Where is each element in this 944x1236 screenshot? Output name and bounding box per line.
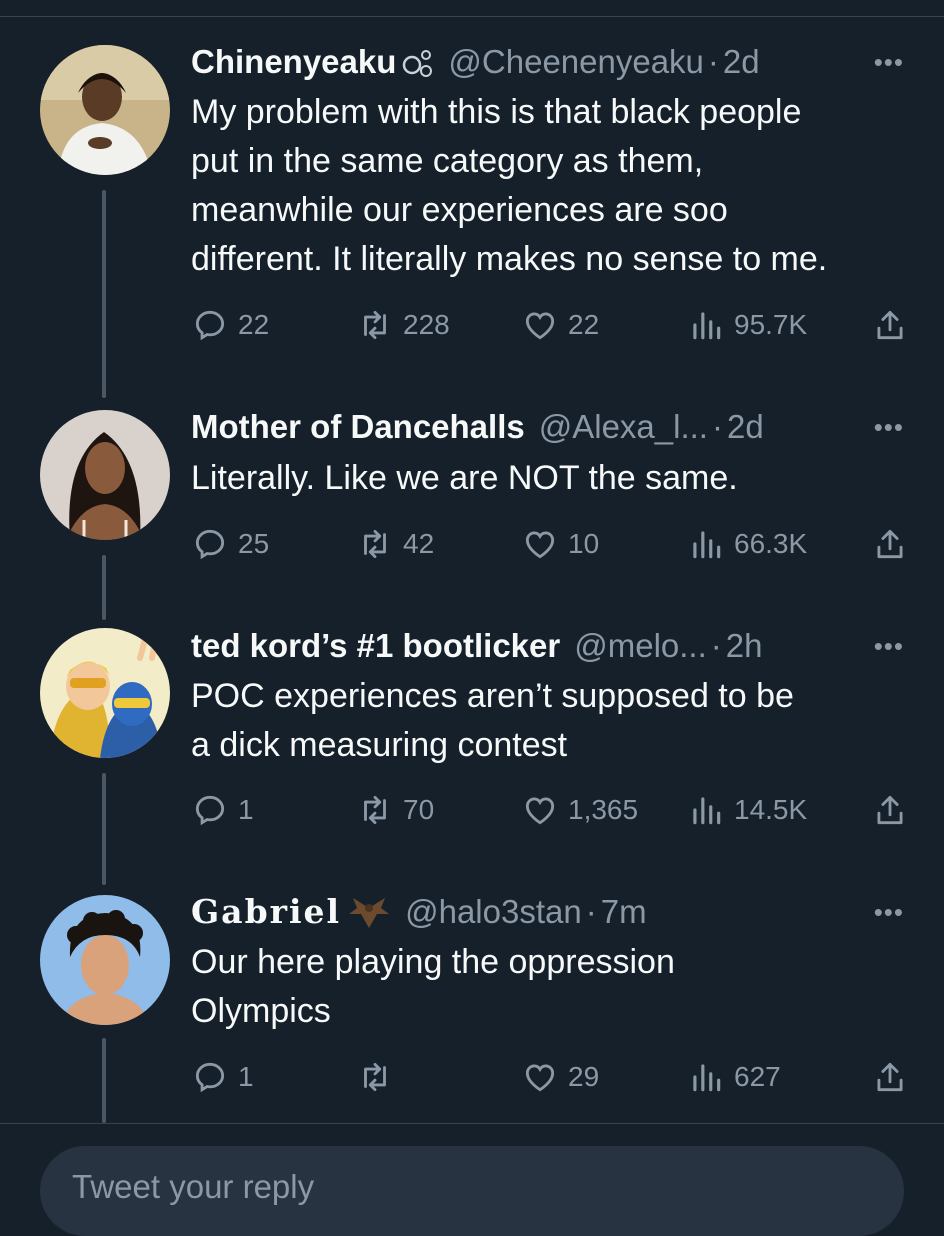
tweet-text: Our here playing the oppression Olympics [191,943,675,1030]
retweet-button[interactable] [356,1057,403,1097]
avatar[interactable] [40,45,170,175]
share-icon [877,529,903,559]
heart-icon [525,797,555,825]
like-count: 29 [568,1061,600,1092]
retweet-count: 228 [403,309,450,340]
reply-button[interactable]: 1 [191,1057,254,1097]
thread-line [102,555,106,620]
views-icon [693,1064,721,1092]
timestamp[interactable]: 7m [601,892,647,932]
heart-icon [525,1064,555,1092]
heart-icon [525,312,555,340]
retweet-button[interactable]: 42 [356,524,434,564]
like-button[interactable]: 10 [521,524,599,564]
views-count: 14.5K [734,794,808,825]
tweet-text: Literally. Like we are NOT the same. [191,459,738,497]
avatar[interactable] [40,895,170,1025]
share-button[interactable] [871,790,918,830]
bubbles-icon [402,45,434,79]
separator-dot: · [710,627,722,664]
share-icon [877,1062,903,1092]
like-button[interactable]: 29 [521,1057,599,1097]
reply-count: 22 [238,309,270,340]
like-button[interactable]: 1,365 [521,790,638,830]
views-count: 627 [734,1061,781,1092]
tweet[interactable]: Chinenyeaku @Cheenenyeaku · 2d ••• My pr… [0,0,944,390]
tweet-text: My problem with this is that black peopl… [191,93,828,278]
tweet-actions: 1 29 627 [191,1057,911,1097]
thread-line [102,1038,106,1123]
tweet-actions: 1 70 1,365 14.5K [191,790,911,830]
tweet-actions: 25 42 10 66.3K [191,524,911,564]
reply-button[interactable]: 1 [191,790,254,830]
like-button[interactable]: 22 [521,305,599,345]
share-icon [877,795,903,825]
author-handle[interactable]: @Cheenenyeaku [448,42,704,82]
views-icon [693,797,721,825]
reply-icon [195,529,225,560]
heart-icon [525,531,555,559]
views-button[interactable]: 66.3K [687,524,807,564]
bat-icon [347,892,391,932]
like-count: 1,365 [568,794,639,825]
author-name[interactable]: Mother of Dancehalls [191,407,525,447]
separator-dot: · [585,893,597,930]
share-icon [877,310,903,340]
like-count: 22 [568,309,600,340]
reply-input[interactable]: Tweet your reply [40,1146,904,1236]
avatar[interactable] [40,628,170,758]
reply-icon [195,1062,225,1093]
more-options-icon[interactable]: ••• [874,42,904,82]
retweet-icon [364,310,386,340]
views-icon [693,312,721,340]
reply-button[interactable]: 25 [191,524,269,564]
author-handle[interactable]: @Alexa_l... [539,407,708,447]
reply-count: 1 [238,1061,254,1092]
timestamp[interactable]: 2d [727,407,764,447]
retweet-button[interactable]: 70 [356,790,434,830]
reply-icon [195,310,225,341]
timestamp[interactable]: 2h [726,626,763,666]
thread-line [102,773,106,885]
reply-count: 1 [238,794,254,825]
reply-icon [195,795,225,826]
like-count: 10 [568,528,600,559]
author-name[interactable]: Gabriel [191,892,341,932]
retweet-icon [364,795,386,825]
share-button[interactable] [871,1057,918,1097]
more-options-icon[interactable]: ••• [874,407,904,447]
tweet-text: POC experiences aren’t supposed to be a … [191,677,794,764]
views-button[interactable]: 95.7K [687,305,807,345]
retweet-count: 42 [403,528,435,559]
author-name[interactable]: ted kord’s #1 bootlicker [191,626,560,666]
retweet-icon [364,529,386,559]
views-count: 66.3K [734,528,808,559]
author-handle[interactable]: @halo3stan [405,892,582,932]
reply-count: 25 [238,528,270,559]
share-button[interactable] [871,524,918,564]
views-button[interactable]: 627 [687,1057,781,1097]
views-button[interactable]: 14.5K [687,790,807,830]
retweet-count: 70 [403,794,435,825]
reply-placeholder: Tweet your reply [72,1168,315,1205]
reply-button[interactable]: 22 [191,305,269,345]
author-handle[interactable]: @melo... [574,626,707,666]
views-icon [693,531,721,559]
more-options-icon[interactable]: ••• [874,892,904,932]
share-button[interactable] [871,305,918,345]
timestamp[interactable]: 2d [723,42,760,82]
views-count: 95.7K [734,309,808,340]
avatar[interactable] [40,410,170,540]
retweet-icon [364,1062,386,1092]
separator-dot: · [707,43,719,80]
author-name[interactable]: Chinenyeaku [191,42,396,82]
reply-bar-divider [0,1123,944,1124]
tweet-actions: 22 228 22 95.7K [191,305,911,345]
separator-dot: · [711,408,723,445]
more-options-icon[interactable]: ••• [874,626,904,666]
retweet-button[interactable]: 228 [356,305,450,345]
